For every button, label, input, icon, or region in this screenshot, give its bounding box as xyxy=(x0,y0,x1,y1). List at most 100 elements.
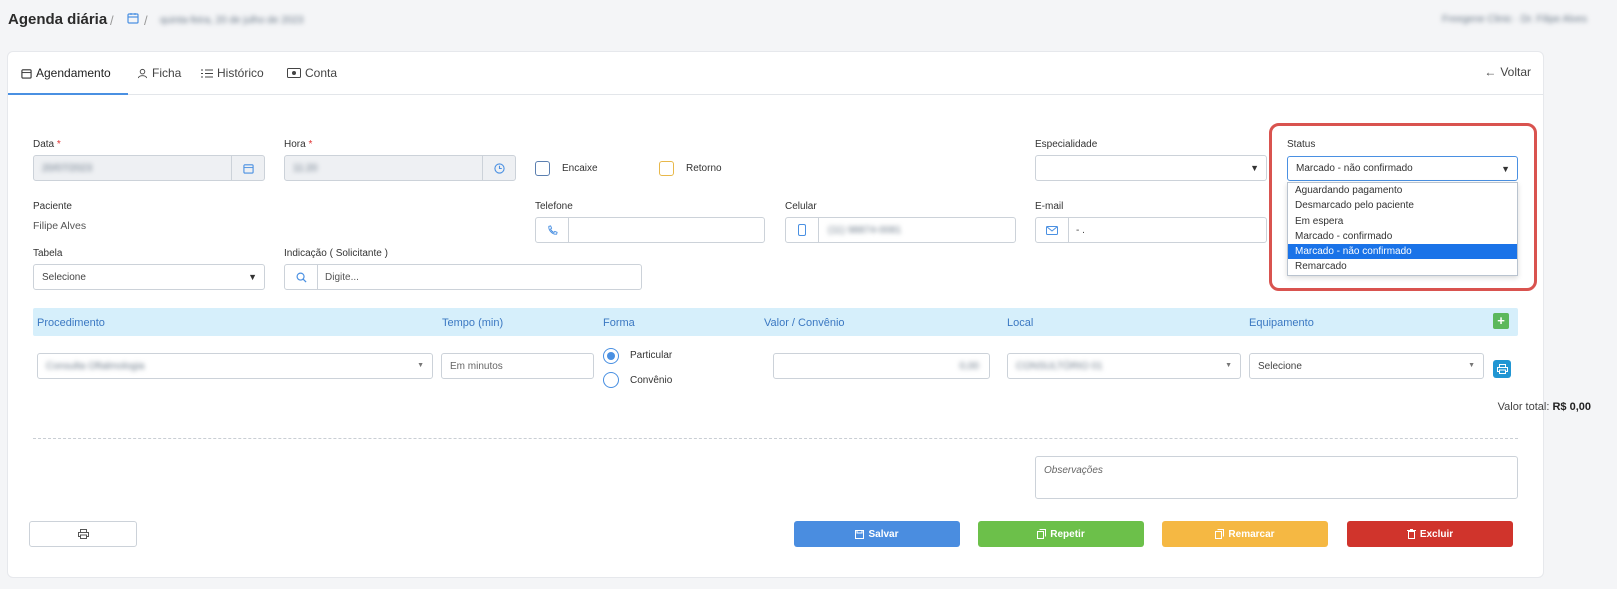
printer-icon xyxy=(77,529,89,539)
status-option[interactable]: Aguardando pagamento xyxy=(1288,183,1517,198)
encaixe-checkbox[interactable] xyxy=(535,161,550,176)
tab-conta[interactable]: Conta xyxy=(287,66,337,80)
email-field[interactable]: - . xyxy=(1035,217,1267,243)
header-forma: Forma xyxy=(603,317,635,329)
calendar-icon xyxy=(21,68,32,79)
header-valor-convenio: Valor / Convênio xyxy=(764,317,845,329)
repeat-label: Repetir xyxy=(1050,528,1085,540)
tempo-placeholder: Em minutos xyxy=(450,360,503,372)
data-label: Data * xyxy=(33,139,61,150)
particular-radio[interactable] xyxy=(603,348,619,364)
chevron-down-icon: ▼ xyxy=(1468,362,1475,369)
telefone-label: Telefone xyxy=(535,201,573,212)
hora-value: 11:20 xyxy=(293,162,318,174)
repeat-button[interactable]: Repetir xyxy=(978,521,1144,547)
calendar-icon[interactable] xyxy=(231,156,264,180)
procedimento-select[interactable]: Consulta Oftalmologia ▼ xyxy=(37,353,433,379)
celular-field[interactable]: (11) 98874-0081 xyxy=(785,217,1016,243)
especialidade-label: Especialidade xyxy=(1035,139,1098,150)
valor-input[interactable]: 0,00 xyxy=(773,353,990,379)
phone-icon xyxy=(536,218,569,242)
total-value: Valor total: R$ 0,00 xyxy=(1497,401,1591,413)
chevron-down-icon: ▼ xyxy=(1250,163,1259,173)
header-tempo: Tempo (min) xyxy=(442,317,504,329)
save-button[interactable]: Salvar xyxy=(794,521,960,547)
active-tab-indicator xyxy=(8,93,128,95)
status-option-selected[interactable]: Marcado - não confirmado xyxy=(1288,244,1517,260)
money-icon xyxy=(287,68,301,78)
user-icon xyxy=(137,68,148,78)
breadcrumb-date: quinta-feira, 20 de julho de 2023 xyxy=(160,15,304,26)
tab-label: Ficha xyxy=(152,66,182,80)
clock-icon[interactable] xyxy=(482,156,515,180)
indicacao-search-field[interactable]: Digite... xyxy=(284,264,642,290)
divider xyxy=(33,438,1518,439)
hora-field[interactable]: 11:20 xyxy=(284,155,516,181)
observacoes-textarea[interactable]: Observações xyxy=(1035,456,1518,499)
search-icon xyxy=(285,265,318,289)
print-button[interactable] xyxy=(29,521,137,547)
tab-agendamento[interactable]: Agendamento xyxy=(21,66,111,80)
paciente-value: Filipe Alves xyxy=(33,220,87,232)
status-option[interactable]: Remarcado xyxy=(1288,259,1517,274)
tab-label: Agendamento xyxy=(36,66,111,80)
status-option[interactable]: Marcado - confirmado xyxy=(1288,229,1517,244)
equipamento-select[interactable]: Selecione ▼ xyxy=(1249,353,1484,379)
calendar-icon[interactable] xyxy=(127,12,139,27)
arrow-left-icon: ← xyxy=(1484,65,1497,79)
status-label: Status xyxy=(1287,139,1316,150)
particular-label: Particular xyxy=(630,350,673,361)
email-label: E-mail xyxy=(1035,201,1064,212)
telefone-field[interactable] xyxy=(535,217,765,243)
observacoes-placeholder: Observações xyxy=(1044,465,1103,476)
tabela-select[interactable]: Selecione ▼ xyxy=(33,264,265,290)
tempo-input[interactable]: Em minutos xyxy=(441,353,594,379)
procedimento-value: Consulta Oftalmologia xyxy=(46,360,145,372)
list-icon xyxy=(201,69,213,77)
header-equipamento: Equipamento xyxy=(1249,317,1314,329)
celular-label: Celular xyxy=(785,201,817,212)
chevron-down-icon: ▼ xyxy=(1501,164,1510,174)
print-procedure-button[interactable] xyxy=(1493,360,1511,378)
header-procedimento: Procedimento xyxy=(37,317,105,329)
equipamento-value: Selecione xyxy=(1258,360,1302,372)
status-option[interactable]: Desmarcado pelo paciente xyxy=(1288,198,1517,213)
data-field[interactable]: 20/07/2023 xyxy=(33,155,265,181)
delete-button[interactable]: Excluir xyxy=(1347,521,1513,547)
delete-label: Excluir xyxy=(1419,528,1454,540)
breadcrumb-separator: / xyxy=(110,13,114,28)
add-procedure-button[interactable]: + xyxy=(1493,313,1509,329)
save-icon xyxy=(855,529,865,539)
copy-icon xyxy=(1037,529,1047,539)
retorno-checkbox[interactable] xyxy=(659,161,674,176)
status-dropdown: Aguardando pagamento Desmarcado pelo pac… xyxy=(1287,182,1518,276)
remark-label: Remarcar xyxy=(1228,528,1275,540)
indicacao-label: Indicação ( Solicitante ) xyxy=(284,248,388,259)
page-title: Agenda diária xyxy=(8,11,108,28)
indicacao-placeholder: Digite... xyxy=(325,271,359,283)
back-button[interactable]: ← Voltar xyxy=(1484,65,1531,79)
tabela-label: Tabela xyxy=(33,248,63,259)
convenio-radio[interactable] xyxy=(603,372,619,388)
procedures-header: Procedimento Tempo (min) Forma Valor / C… xyxy=(33,308,1518,336)
tab-ficha[interactable]: Ficha xyxy=(137,66,181,80)
tab-label: Histórico xyxy=(217,66,264,80)
save-label: Salvar xyxy=(868,528,899,540)
copy-icon xyxy=(1215,529,1225,539)
top-bar: Agenda diária / / quinta-feira, 20 de ju… xyxy=(0,0,1617,40)
tab-bar: Agendamento Ficha Histórico Conta ← Volt… xyxy=(8,52,1543,95)
back-label: Voltar xyxy=(1500,65,1531,79)
mobile-icon xyxy=(786,218,819,242)
remark-button[interactable]: Remarcar xyxy=(1162,521,1328,547)
especialidade-select[interactable]: ▼ xyxy=(1035,155,1267,181)
valor-value: 0,00 xyxy=(959,360,979,372)
local-value: CONSULTÓRIO 01 xyxy=(1016,360,1103,372)
tab-historico[interactable]: Histórico xyxy=(201,66,264,80)
local-select[interactable]: CONSULTÓRIO 01 ▼ xyxy=(1007,353,1241,379)
status-select[interactable]: Marcado - não confirmado ▼ xyxy=(1287,156,1518,181)
chevron-down-icon: ▼ xyxy=(248,272,257,282)
trash-icon xyxy=(1406,529,1416,539)
envelope-icon xyxy=(1036,218,1069,242)
paciente-label: Paciente xyxy=(33,201,72,212)
status-option[interactable]: Em espera xyxy=(1288,214,1517,229)
